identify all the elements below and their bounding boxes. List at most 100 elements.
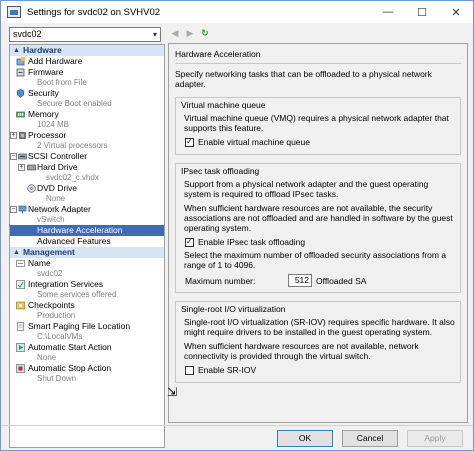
management-header-label: Management <box>22 247 75 257</box>
close-icon: ✕ <box>451 6 461 19</box>
auto-stop-icon <box>16 364 25 373</box>
tree-item-label: Advanced Features <box>37 236 111 246</box>
expand-icon[interactable]: + <box>18 164 25 171</box>
tree-item-sub: 2 Virtual processors <box>37 141 108 150</box>
ipsec-checkbox-row[interactable]: Enable IPsec task offloading <box>181 237 455 247</box>
firmware-icon <box>16 68 25 77</box>
ipsec-checkbox[interactable] <box>185 237 194 247</box>
collapse-icon[interactable]: − <box>10 206 17 213</box>
tree-item-sub: svdc02 <box>37 269 63 278</box>
integration-services-icon <box>16 280 25 289</box>
tree-item-processor[interactable]: + Processor <box>10 130 164 141</box>
close-button[interactable]: ✕ <box>439 1 473 23</box>
management-section-header[interactable]: ▲ Management <box>10 247 164 258</box>
tree-item-label: Name <box>28 258 51 268</box>
max-sa-input[interactable]: 512 <box>288 274 312 287</box>
ipsec-checkbox-label: Enable IPsec task offloading <box>198 237 306 247</box>
tree-item-checkpoints[interactable]: Checkpoints <box>10 300 164 311</box>
settings-app-icon <box>7 6 21 18</box>
tree-item-label: Hardware Acceleration <box>37 225 123 235</box>
max-sa-unit: Offloaded SA <box>316 275 367 286</box>
window-title: Settings for svdc02 on SVHV02 <box>27 6 161 18</box>
processor-icon <box>18 131 27 140</box>
scsi-controller-icon <box>18 152 27 161</box>
cancel-button[interactable]: Cancel <box>342 430 398 447</box>
memory-icon <box>16 110 25 119</box>
tree-item-firmware[interactable]: Firmware <box>10 67 164 78</box>
ok-button[interactable]: OK <box>277 430 333 447</box>
tree-item-label: Smart Paging File Location <box>28 321 131 331</box>
tree-item-add-hardware[interactable]: Add Hardware <box>10 56 164 67</box>
tree-item-label: Automatic Start Action <box>28 342 112 352</box>
tree-item-auto-stop[interactable]: Automatic Stop Action <box>10 363 164 374</box>
refresh-icon[interactable]: ↻ <box>199 27 211 39</box>
expand-icon[interactable]: + <box>10 132 17 139</box>
sriov-group: Single-root I/O virtualization Single-ro… <box>175 301 461 383</box>
ipsec-text-2: When sufficient hardware resources are n… <box>184 203 453 233</box>
tree-item-smart-paging[interactable]: Smart Paging File Location <box>10 321 164 332</box>
collapse-arrow-icon: ▲ <box>13 249 20 256</box>
tree-item-sub: Shut Down <box>37 374 77 383</box>
tree-item-label: Checkpoints <box>28 300 75 310</box>
dialog-footer: OK Cancel Apply <box>1 425 473 451</box>
tree-item-memory[interactable]: Memory <box>10 109 164 120</box>
sriov-checkbox-label: Enable SR-IOV <box>198 365 257 375</box>
maximize-icon: ☐ <box>417 6 427 19</box>
tree-item-sub: C:\LocalVMs <box>37 332 83 341</box>
vmq-title: Virtual machine queue <box>181 100 266 110</box>
tree-item-sub: Production <box>37 311 76 320</box>
auto-start-icon <box>16 343 25 352</box>
sriov-text-1: Single-root I/O virtualization (SR-IOV) … <box>184 317 455 337</box>
smart-paging-icon <box>16 322 25 331</box>
mouse-cursor-icon: ⇲ <box>167 385 178 399</box>
title-divider <box>175 63 461 64</box>
maximize-button[interactable]: ☐ <box>405 1 439 23</box>
forward-icon[interactable]: ▶ <box>184 27 196 39</box>
vmq-group: Virtual machine queue Virtual machine qu… <box>175 97 461 155</box>
max-sa-row: Maximum number: 512 Offloaded SA <box>181 274 455 287</box>
vmq-checkbox[interactable] <box>185 137 194 147</box>
sriov-checkbox-row[interactable]: Enable SR-IOV <box>181 365 455 375</box>
back-icon[interactable]: ◀ <box>169 27 181 39</box>
sriov-title: Single-root I/O virtualization <box>181 304 286 314</box>
tree-item-scsi-controller[interactable]: − SCSI Controller <box>10 151 164 162</box>
panel-description: Specify networking tasks that can be off… <box>175 69 432 89</box>
hardware-section-header[interactable]: ▲ Hardware <box>10 45 164 56</box>
collapse-arrow-icon: ▲ <box>13 47 20 54</box>
tree-item-label: Security <box>28 88 59 98</box>
tree-item-integration-services[interactable]: Integration Services <box>10 279 164 290</box>
tree-item-sub: svdc02_c.vhdx <box>46 173 99 182</box>
apply-button[interactable]: Apply <box>407 430 463 447</box>
tree-item-hard-drive[interactable]: + Hard Drive <box>10 162 164 173</box>
ipsec-text-1: Support from a physical network adapter … <box>184 179 429 199</box>
tree-item-dvd-drive[interactable]: DVD Drive <box>10 183 164 194</box>
hardware-header-label: Hardware <box>22 45 62 55</box>
tree-item-label: Integration Services <box>28 279 104 289</box>
tree-item-name[interactable]: Name <box>10 258 164 269</box>
tree-item-sub: vSwitch <box>37 215 65 224</box>
ipsec-title: IPsec task offloading <box>181 166 260 176</box>
sidebar: svdc02 ▾ ▲ Hardware Add Hardware Firmware… <box>5 25 165 449</box>
vmq-checkbox-label: Enable virtual machine queue <box>198 137 310 147</box>
minimize-icon: — <box>382 6 394 18</box>
vmq-checkbox-row[interactable]: Enable virtual machine queue <box>181 137 455 147</box>
tree-item-sub: 1024 MB <box>37 120 70 129</box>
sriov-checkbox[interactable] <box>185 365 194 375</box>
tree-item-hardware-acceleration[interactable]: Hardware Acceleration <box>10 225 164 236</box>
tree-item-sub: Some services offered <box>37 290 117 299</box>
collapse-icon[interactable]: − <box>10 153 17 160</box>
tree-item-auto-start[interactable]: Automatic Start Action <box>10 342 164 353</box>
tree-item-label: DVD Drive <box>37 183 78 193</box>
content-area: ◀ ▶ ↻ Hardware Acceleration Specify netw… <box>166 25 472 425</box>
vm-select[interactable]: svdc02 ▾ <box>9 27 161 42</box>
tree-item-sub: None <box>46 194 66 203</box>
tree-item-security[interactable]: Security <box>10 88 164 99</box>
minimize-button[interactable]: — <box>371 1 405 23</box>
ipsec-text-3: Select the maximum number of offloaded s… <box>184 250 447 270</box>
tree-item-network-adapter[interactable]: − Network Adapter <box>10 204 164 215</box>
tree-item-label: Memory <box>28 109 59 119</box>
shield-icon <box>16 89 25 98</box>
settings-panel: Hardware Acceleration Specify networking… <box>168 43 468 423</box>
tree-item-sub: None <box>37 353 57 362</box>
tree-item-advanced-features[interactable]: Advanced Features <box>10 236 164 247</box>
